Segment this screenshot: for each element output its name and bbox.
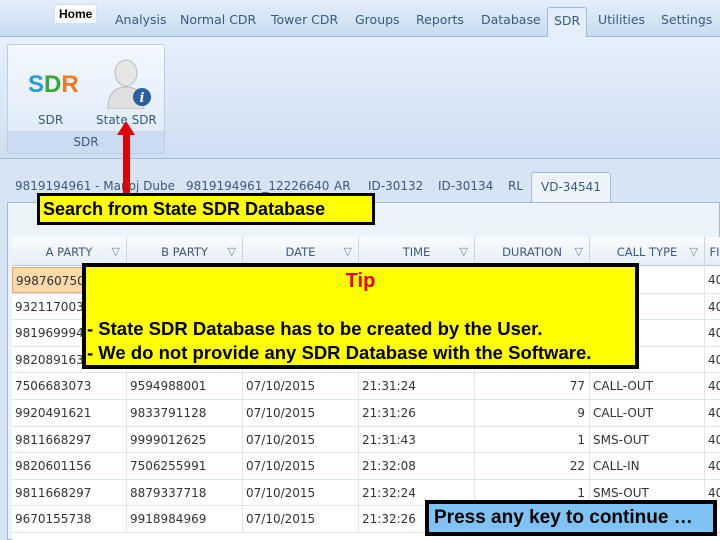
column-header[interactable]: CALL TYPE ▽ — [590, 237, 705, 266]
arrow-head-icon — [117, 121, 135, 135]
table-cell: 9920491621 — [12, 400, 127, 426]
red-arrow — [123, 133, 130, 193]
table-cell: 40 — [705, 400, 720, 426]
table-row[interactable]: 9811668297 9999012625 07/10/2015 21:31:43 1 S… — [12, 426, 720, 454]
table-cell: 40 — [705, 267, 720, 293]
table-cell: 21:31:26 — [359, 400, 475, 426]
column-header-label: DURATION — [502, 245, 562, 259]
table-cell: 7506255991 — [127, 453, 243, 480]
column-header[interactable]: DURATION ▽ — [475, 237, 590, 266]
tab-9819194961-12226640[interactable]: 9819194961_12226640 — [186, 179, 329, 193]
menu-utilities[interactable]: Utilities — [598, 12, 645, 27]
tab-manoj-dube[interactable]: 9819194961 - Manoj Dube — [15, 179, 175, 193]
ribbon: SDR SDR i State SDR SDR — [0, 37, 720, 159]
column-header-label: A PARTY — [45, 245, 93, 259]
column-header[interactable]: FI — [705, 237, 720, 266]
column-header-label: B PARTY — [161, 245, 208, 259]
menu-tower-cdr[interactable]: Tower CDR — [271, 12, 338, 27]
tip-line: - We do not provide any SDR Database wit… — [87, 342, 592, 363]
menu-normal-cdr[interactable]: Normal CDR — [180, 12, 256, 27]
table-cell: 77 — [475, 373, 590, 400]
menu-settings[interactable]: Settings — [661, 12, 712, 27]
tip-title: Tip — [345, 270, 376, 292]
table-row[interactable]: 9820601156 7506255991 07/10/2015 21:32:08 22… — [12, 453, 720, 480]
column-header-label: FI — [709, 245, 720, 259]
tab-vd-34541[interactable]: VD-34541 — [531, 172, 611, 204]
table-cell: 07/10/2015 — [243, 453, 359, 480]
menu-sdr[interactable]: SDR — [547, 7, 588, 38]
column-header-label: DATE — [285, 245, 316, 259]
ribbon-group-sdr: SDR SDR i State SDR SDR — [7, 44, 165, 154]
table-cell: 9670155738 — [12, 506, 127, 533]
sdr-logo-icon: SDR — [28, 71, 79, 98]
table-cell: CALL-IN — [590, 453, 705, 480]
tip-callout: Tip - State SDR Database has to be creat… — [82, 263, 639, 369]
table-cell: 40 — [705, 453, 720, 479]
table-cell: CALL-OUT — [590, 400, 705, 426]
table-cell: 07/10/2015 — [243, 400, 359, 426]
tip-line: - State SDR Database has to be created b… — [87, 318, 543, 339]
menu-home[interactable]: Home — [54, 4, 98, 24]
table-cell: 1 — [475, 426, 590, 453]
press-any-key-prompt[interactable]: Press any key to continue … — [425, 500, 717, 536]
tab-rl[interactable]: RL — [508, 179, 523, 193]
table-cell: 9 — [475, 400, 590, 426]
tab-ar[interactable]: AR — [334, 179, 351, 193]
column-header[interactable]: B PARTY ▽ — [127, 237, 243, 266]
table-cell: 9811668297 — [12, 479, 127, 506]
column-header[interactable]: DATE ▽ — [243, 237, 359, 266]
table-cell: 21:31:24 — [359, 373, 475, 400]
column-header-label: TIME — [402, 245, 431, 259]
menu-groups[interactable]: Groups — [355, 12, 400, 27]
table-cell: 9594988001 — [127, 373, 243, 400]
menu-reports[interactable]: Reports — [416, 12, 464, 27]
table-cell: CALL-OUT — [590, 373, 705, 400]
table-cell: 07/10/2015 — [243, 479, 359, 506]
table-cell: 21:31:43 — [359, 426, 475, 453]
table-cell: 21:32:08 — [359, 453, 475, 480]
search-note-callout: Search from State SDR Database — [37, 193, 375, 225]
ribbon-group-label: SDR — [8, 131, 164, 153]
table-cell: 40 — [705, 320, 720, 346]
sdr-button-label: SDR — [38, 113, 64, 127]
table-cell: 9918984969 — [127, 506, 243, 533]
table-cell: 07/10/2015 — [243, 426, 359, 453]
menu-database[interactable]: Database — [481, 12, 541, 27]
table-cell: 40 — [705, 427, 720, 453]
table-cell: 9999012625 — [127, 426, 243, 453]
table-cell: 7506683073 — [12, 373, 127, 400]
table-cell: 22 — [475, 453, 590, 480]
svg-text:i: i — [140, 91, 145, 106]
column-header[interactable]: TIME ▽ — [359, 237, 475, 266]
column-header[interactable]: A PARTY ▽ — [12, 237, 127, 266]
table-cell: SMS-OUT — [590, 426, 705, 453]
column-header-label: CALL TYPE — [616, 245, 678, 259]
table-cell: 07/10/2015 — [243, 373, 359, 400]
menu-bar: Home Analysis Normal CDR Tower CDR Group… — [0, 0, 720, 38]
table-cell: 9811668297 — [12, 426, 127, 453]
tab-id-30134[interactable]: ID-30134 — [438, 179, 493, 193]
table-cell: 40 — [705, 373, 720, 399]
table-cell: 8879337718 — [127, 479, 243, 506]
table-row[interactable]: 9920491621 9833791128 07/10/2015 21:31:26 9 C… — [12, 400, 720, 427]
table-cell: 9833791128 — [127, 400, 243, 426]
person-info-icon: i — [107, 59, 151, 109]
table-cell: 07/10/2015 — [243, 506, 359, 533]
table-row[interactable]: 7506683073 9594988001 07/10/2015 21:31:24 77… — [12, 373, 720, 400]
table-cell: 9820601156 — [12, 453, 127, 480]
table-cell: 40 — [705, 294, 720, 320]
filter-icon[interactable]: ▽ — [690, 237, 698, 267]
table-cell: 40 — [705, 347, 720, 373]
menu-analysis[interactable]: Analysis — [115, 12, 167, 27]
tab-id-30132[interactable]: ID-30132 — [368, 179, 423, 193]
